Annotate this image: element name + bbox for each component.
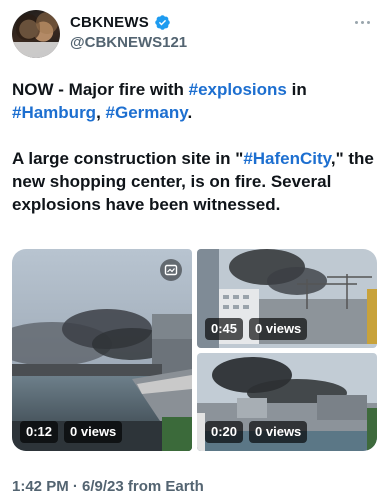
- tweet-text-segment: .: [187, 103, 193, 122]
- video-views: 0 views: [64, 421, 123, 443]
- hashtag-hafencity[interactable]: #HafenCity: [243, 149, 331, 168]
- tweet-header: CBKNEWS @CBKNEWS121: [12, 10, 377, 60]
- tweet-paragraph-1: NOW - Major fire with #explosions in #Ham…: [12, 78, 377, 124]
- author-display-name[interactable]: CBKNEWS: [70, 14, 149, 31]
- tweet-paragraph-2: A large construction site in "#HafenCity…: [12, 147, 377, 216]
- hashtag-explosions[interactable]: #explosions: [189, 80, 287, 99]
- video-duration: 0:20: [205, 421, 244, 443]
- tweet-timestamp[interactable]: 1:42 PM · 6/9/23 from Earth: [12, 478, 204, 495]
- tweet-text-segment: in: [286, 80, 307, 99]
- more-options-icon[interactable]: [351, 16, 373, 28]
- author-handle[interactable]: @CBKNEWS121: [70, 34, 187, 51]
- tweet-body: NOW - Major fire with #explosions in #Ham…: [12, 78, 377, 239]
- verified-badge-icon: [155, 15, 170, 30]
- avatar[interactable]: [12, 10, 60, 58]
- hashtag-germany[interactable]: #Germany: [106, 103, 188, 122]
- media-settings-icon[interactable]: [160, 259, 182, 281]
- tweet-text-segment: ,: [96, 103, 106, 122]
- video-tile-3[interactable]: 0:20 0 views: [197, 353, 377, 451]
- video-tile-1[interactable]: 0:12 0 views: [12, 249, 192, 451]
- video-meta-3: 0:20 0 views: [205, 421, 308, 443]
- video-duration: 0:45: [205, 318, 244, 340]
- author-block[interactable]: CBKNEWS @CBKNEWS121: [70, 14, 187, 51]
- video-views: 0 views: [249, 421, 308, 443]
- hashtag-hamburg[interactable]: #Hamburg: [12, 103, 96, 122]
- video-duration: 0:12: [20, 421, 59, 443]
- video-views: 0 views: [249, 318, 308, 340]
- tweet-text-segment: NOW - Major fire with: [12, 80, 189, 99]
- video-tile-2[interactable]: 0:45 0 views: [197, 249, 377, 348]
- tweet-text-segment: A large construction site in ": [12, 149, 244, 168]
- author-name-row[interactable]: CBKNEWS: [70, 14, 187, 31]
- video-meta-2: 0:45 0 views: [205, 318, 308, 340]
- media-grid: 0:12 0 views 0:45 0 views 0:20 0 views: [12, 249, 377, 451]
- video-meta-1: 0:12 0 views: [20, 421, 123, 443]
